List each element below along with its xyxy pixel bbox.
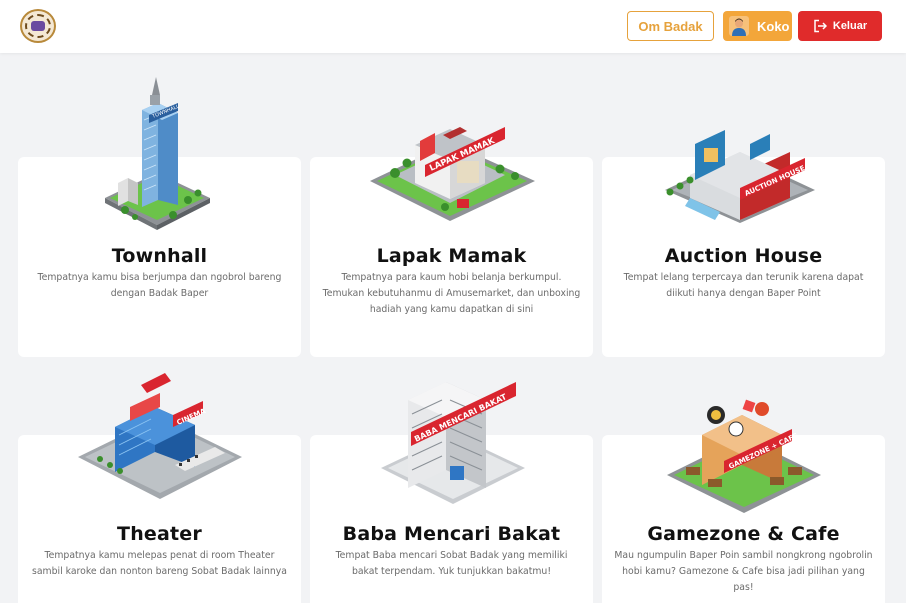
profile-button-label: Om Badak bbox=[638, 18, 703, 34]
card-description: Tempatnya para kaum hobi belanja berkump… bbox=[322, 272, 581, 315]
townhall-building-icon: TOWNHALL bbox=[105, 77, 210, 230]
logout-button[interactable]: Keluar bbox=[798, 11, 882, 41]
profile-button[interactable]: Om Badak bbox=[627, 11, 714, 41]
card-title: Theater bbox=[117, 523, 202, 545]
top-navbar: Om Badak Koko Keluar bbox=[0, 0, 906, 53]
talent-building-icon: BABA MENCARI BAKAT bbox=[381, 382, 525, 504]
card-description: Mau ngumpulin Baper Poin sambil nongkron… bbox=[614, 550, 873, 593]
card-title: Townhall bbox=[111, 245, 208, 267]
avatar-icon bbox=[729, 16, 749, 36]
cinema-building-icon: CINEMA bbox=[78, 373, 242, 499]
card-title: Baba Mencari Bakat bbox=[342, 523, 561, 545]
logo-icon[interactable] bbox=[20, 9, 56, 43]
user-button[interactable]: Koko bbox=[723, 11, 792, 41]
logout-icon bbox=[814, 19, 827, 33]
user-button-label: Koko bbox=[757, 18, 790, 34]
auction-building-icon: AUCTION HOUSE bbox=[665, 130, 815, 223]
card-title: Lapak Mamak bbox=[376, 245, 527, 267]
card-title: Gamezone & Cafe bbox=[647, 523, 840, 545]
card-description: Tempat lelang terpercaya dan terunik kar… bbox=[623, 272, 864, 299]
card-title: Auction House bbox=[664, 245, 823, 267]
card-description: Tempat Baba mencari Sobat Badak yang mem… bbox=[335, 550, 568, 577]
card-description: Tempatnya kamu bisa berjumpa dan ngobrol… bbox=[37, 272, 282, 299]
market-building-icon: LAPAK MAMAK bbox=[370, 127, 535, 221]
gamezone-building-icon: GAMEZONE + CAFE bbox=[667, 399, 821, 513]
logout-button-label: Keluar bbox=[832, 20, 868, 32]
card-description: Tempatnya kamu melepas penat di room The… bbox=[31, 550, 287, 577]
